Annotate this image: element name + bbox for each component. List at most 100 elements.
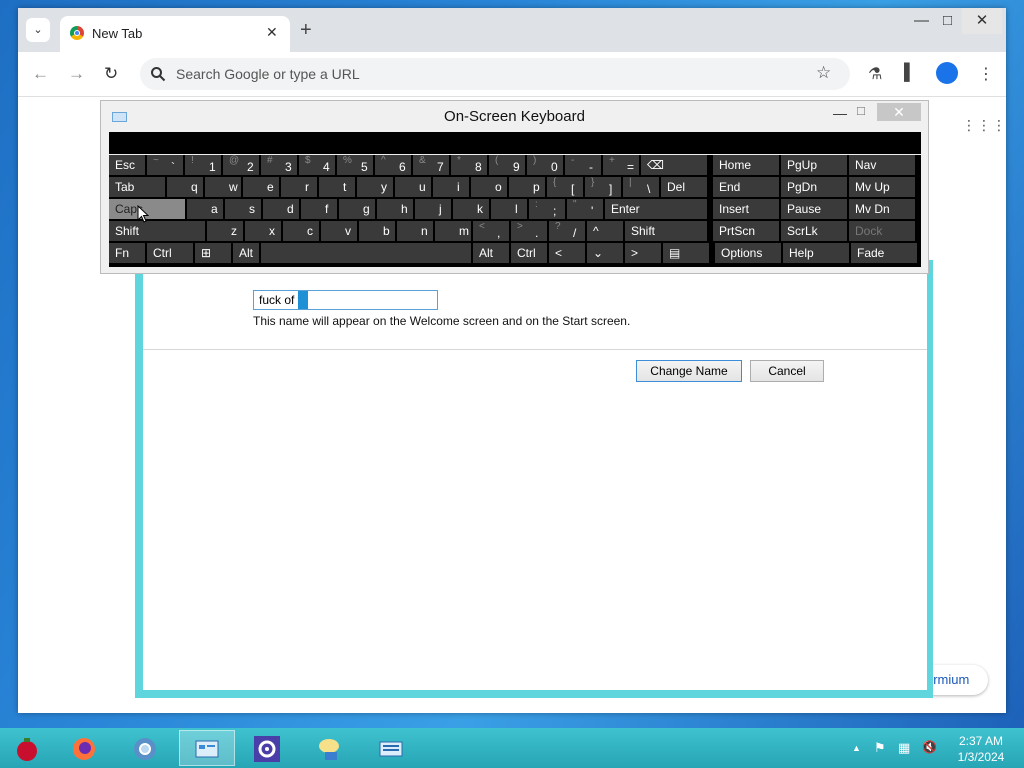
key-v[interactable]: v — [321, 221, 357, 241]
key-up[interactable]: ^ — [587, 221, 623, 241]
key-down[interactable]: ⌄ — [587, 243, 623, 263]
key-fn[interactable]: Fn — [109, 243, 145, 263]
tray-overflow-icon[interactable]: ▲ — [852, 743, 861, 753]
side-panel-icon[interactable]: ▌ — [904, 64, 915, 82]
omnibox[interactable]: Search Google or type a URL ☆ — [140, 58, 850, 90]
key-l[interactable]: l — [491, 199, 527, 219]
apps-grid-icon[interactable]: ⋮⋮⋮ — [962, 118, 1007, 132]
key-esc[interactable]: Esc — [109, 155, 145, 175]
labs-icon[interactable]: ⚗ — [868, 64, 882, 84]
key-5[interactable]: % 5 — [337, 155, 373, 175]
key-i[interactable]: i — [433, 177, 469, 197]
key-backspace[interactable]: ⌫ — [641, 155, 707, 175]
back-button[interactable]: ← — [32, 64, 49, 84]
osk-minimize-button[interactable]: — — [833, 105, 847, 121]
cancel-button[interactable]: Cancel — [750, 360, 824, 382]
key-mvup[interactable]: Mv Up — [849, 177, 915, 197]
forward-button[interactable]: → — [68, 64, 85, 84]
key-insert[interactable]: Insert — [713, 199, 779, 219]
key-n[interactable]: n — [397, 221, 433, 241]
key-end[interactable]: End — [713, 177, 779, 197]
key-win[interactable]: ⊞ — [195, 243, 231, 263]
key-semicolon[interactable]: :; — [529, 199, 565, 219]
clock[interactable]: 2:37 AM 1/3/2024 — [950, 733, 1012, 765]
key-a[interactable]: a — [187, 199, 223, 219]
key-dock[interactable]: Dock — [849, 221, 915, 241]
key-x[interactable]: x — [245, 221, 281, 241]
key-g[interactable]: g — [339, 199, 375, 219]
key-ctrl-left[interactable]: Ctrl — [147, 243, 193, 263]
osk-titlebar[interactable]: On-Screen Keyboard — □ ✕ — [101, 101, 928, 131]
key-bracket-right[interactable]: }] — [585, 177, 621, 197]
key-help[interactable]: Help — [783, 243, 849, 263]
key-alt-left[interactable]: Alt — [233, 243, 259, 263]
action-center-flag-icon[interactable]: ⚑ — [874, 740, 886, 756]
key-1[interactable]: ! 1 — [185, 155, 221, 175]
taskbar-osk[interactable] — [364, 730, 420, 766]
key-ctrl-right[interactable]: Ctrl — [511, 243, 547, 263]
key-menu[interactable]: ▤ — [663, 243, 709, 263]
key-quote[interactable]: " ' — [567, 199, 603, 219]
key-enter[interactable]: Enter — [605, 199, 707, 219]
key-fade[interactable]: Fade — [851, 243, 917, 263]
key-pause[interactable]: Pause — [781, 199, 847, 219]
key-h[interactable]: h — [377, 199, 413, 219]
key-minus[interactable]: -- — [565, 155, 601, 175]
key-0[interactable]: ) 0 — [527, 155, 563, 175]
key-t[interactable]: t — [319, 177, 355, 197]
new-tab-button[interactable]: + — [300, 20, 312, 40]
key-j[interactable]: j — [415, 199, 451, 219]
key-right[interactable]: > — [625, 243, 661, 263]
key-u[interactable]: u — [395, 177, 431, 197]
taskbar-settings[interactable] — [240, 730, 296, 766]
key-o[interactable]: o — [471, 177, 507, 197]
name-field[interactable]: fuck of f — [253, 290, 438, 310]
reload-button[interactable]: ↻ — [104, 64, 118, 84]
key-backslash[interactable]: | \ — [623, 177, 659, 197]
key-comma[interactable]: <, — [473, 221, 509, 241]
key-c[interactable]: c — [283, 221, 319, 241]
osk-maximize-button[interactable]: □ — [857, 103, 865, 118]
maximize-button[interactable]: □ — [943, 12, 952, 29]
key-period[interactable]: >. — [511, 221, 547, 241]
bookmark-star-icon[interactable]: ☆ — [816, 63, 831, 83]
key-6[interactable]: ^ 6 — [375, 155, 411, 175]
key-k[interactable]: k — [453, 199, 489, 219]
key-bracket-left[interactable]: {[ — [547, 177, 583, 197]
key-backquote[interactable]: ~ ` — [147, 155, 183, 175]
profile-avatar[interactable] — [936, 62, 958, 84]
key-q[interactable]: q — [167, 177, 203, 197]
taskbar-help[interactable] — [302, 730, 358, 766]
key-7[interactable]: & 7 — [413, 155, 449, 175]
key-options[interactable]: Options — [715, 243, 781, 263]
key-4[interactable]: $4 — [299, 155, 335, 175]
key-left[interactable]: < — [549, 243, 585, 263]
taskbar-chromium[interactable] — [118, 730, 174, 766]
tab-close-icon[interactable]: ✕ — [266, 24, 278, 41]
key-shift-right[interactable]: Shift — [625, 221, 707, 241]
key-3[interactable]: #3 — [261, 155, 297, 175]
minimize-button[interactable]: — — [914, 12, 929, 29]
key-r[interactable]: r — [281, 177, 317, 197]
key-2[interactable]: @2 — [223, 155, 259, 175]
volume-muted-icon[interactable]: 🔇 — [922, 740, 937, 754]
key-e[interactable]: e — [243, 177, 279, 197]
key-space[interactable] — [261, 243, 471, 263]
change-name-button[interactable]: Change Name — [636, 360, 742, 382]
tab-search-button[interactable]: ⌄ — [26, 18, 50, 42]
key-y[interactable]: y — [357, 177, 393, 197]
key-pgup[interactable]: PgUp — [781, 155, 847, 175]
taskbar-control-panel[interactable] — [179, 730, 235, 766]
key-equals[interactable]: + = — [603, 155, 639, 175]
key-mvdn[interactable]: Mv Dn — [849, 199, 915, 219]
key-prtscn[interactable]: PrtScn — [713, 221, 779, 241]
osk-close-button[interactable]: ✕ — [877, 103, 921, 121]
key-9[interactable]: (9 — [489, 155, 525, 175]
key-8[interactable]: * 8 — [451, 155, 487, 175]
key-nav[interactable]: Nav — [849, 155, 915, 175]
key-tab[interactable]: Tab — [109, 177, 165, 197]
key-z[interactable]: z — [207, 221, 243, 241]
close-window-button[interactable]: ✕ — [962, 8, 1002, 34]
tab-new-tab[interactable]: New Tab ✕ — [60, 16, 290, 52]
key-b[interactable]: b — [359, 221, 395, 241]
